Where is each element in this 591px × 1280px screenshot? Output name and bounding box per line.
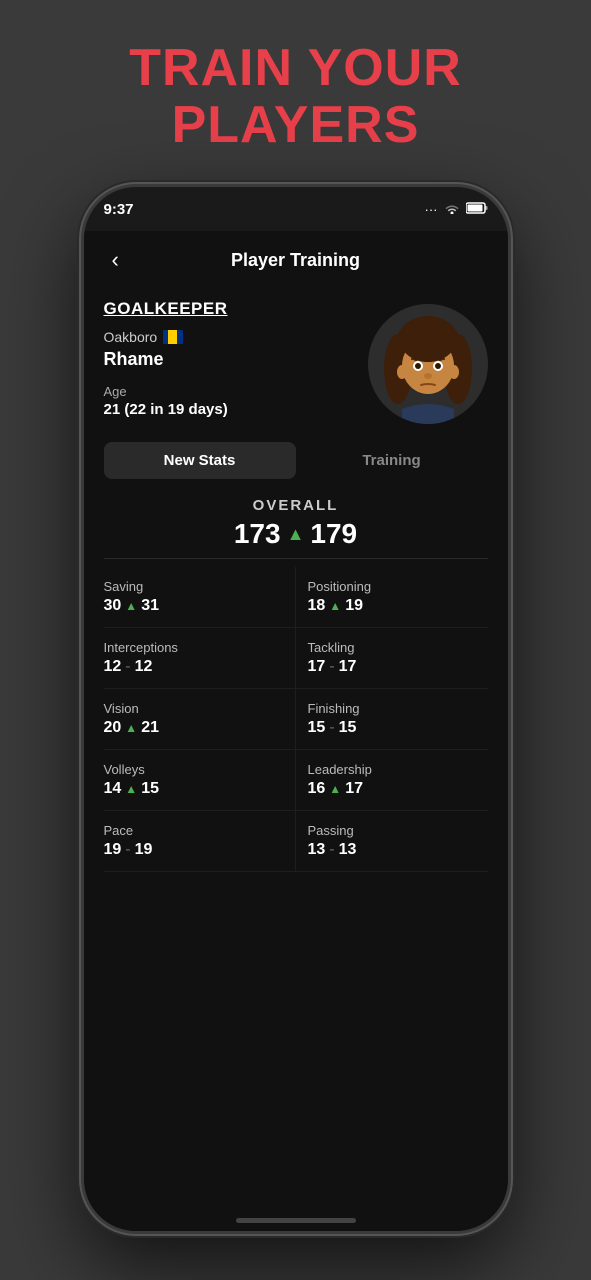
- stat-new-value: 19: [345, 597, 363, 615]
- stat-old-value: 20: [104, 719, 122, 737]
- stat-old-value: 19: [104, 841, 122, 859]
- player-avatar: [368, 304, 488, 424]
- stat-values: 12 - 12: [104, 658, 283, 676]
- stat-new-value: 15: [141, 780, 159, 798]
- stats-grid: Saving 30 ▲ 31 Positioning 18 ▲ 19 Intercept…: [84, 567, 508, 872]
- stat-name: Finishing: [308, 701, 488, 716]
- overall-old-value: 173: [234, 518, 281, 550]
- phone-shell: 9:37 ···: [81, 184, 511, 1234]
- stat-values: 30 ▲ 31: [104, 597, 283, 615]
- stat-old-value: 14: [104, 780, 122, 798]
- overall-values: 173 ▲ 179: [84, 518, 508, 550]
- stat-item: Positioning 18 ▲ 19: [296, 567, 488, 628]
- stat-item: Vision 20 ▲ 21: [104, 689, 296, 750]
- stat-new-value: 21: [141, 719, 159, 737]
- tab-new-stats[interactable]: New Stats: [104, 442, 296, 479]
- stat-new-value: 19: [135, 841, 153, 859]
- player-name: Rhame: [104, 349, 368, 370]
- age-label: Age: [104, 384, 368, 399]
- back-button[interactable]: ‹: [104, 243, 127, 277]
- stat-arrow-icon: ▲: [125, 721, 137, 735]
- overall-section: OVERALL 173 ▲ 179: [84, 497, 508, 550]
- nav-title: Player Training: [231, 250, 360, 271]
- player-club-row: Oakboro: [104, 329, 368, 345]
- stat-values: 18 ▲ 19: [308, 597, 488, 615]
- stat-separator: -: [125, 841, 130, 859]
- stat-new-value: 31: [141, 597, 159, 615]
- stat-arrow-icon: ▲: [125, 782, 137, 796]
- stat-name: Tackling: [308, 640, 488, 655]
- player-section: GOALKEEPER Oakboro: [84, 289, 508, 424]
- stat-values: 16 ▲ 17: [308, 780, 488, 798]
- stat-values: 17 - 17: [308, 658, 488, 676]
- stat-new-value: 17: [345, 780, 363, 798]
- stat-item: Leadership 16 ▲ 17: [296, 750, 488, 811]
- player-info: GOALKEEPER Oakboro: [104, 299, 368, 418]
- signal-icon: ···: [425, 202, 438, 217]
- stat-separator: -: [125, 658, 130, 676]
- stat-item: Pace 19 - 19: [104, 811, 296, 872]
- stat-name: Saving: [104, 579, 283, 594]
- stat-name: Interceptions: [104, 640, 283, 655]
- stat-old-value: 18: [308, 597, 326, 615]
- stat-item: Tackling 17 - 17: [296, 628, 488, 689]
- club-name: Oakboro: [104, 329, 158, 345]
- stat-values: 13 - 13: [308, 841, 488, 859]
- hero-section: TRAIN YOUR PLAYERS: [129, 40, 462, 154]
- stat-name: Volleys: [104, 762, 283, 777]
- stat-values: 20 ▲ 21: [104, 719, 283, 737]
- stat-arrow-icon: ▲: [125, 599, 137, 613]
- overall-new-value: 179: [310, 518, 357, 550]
- stat-new-value: 12: [135, 658, 153, 676]
- tabs-row: New Stats Training: [104, 442, 488, 479]
- stat-name: Leadership: [308, 762, 488, 777]
- wifi-icon: [444, 202, 460, 217]
- player-position: GOALKEEPER: [104, 299, 368, 319]
- battery-icon: [466, 202, 488, 217]
- stat-name: Passing: [308, 823, 488, 838]
- stat-old-value: 15: [308, 719, 326, 737]
- phone-wrapper: 9:37 ···: [81, 184, 511, 1234]
- stat-separator: -: [329, 658, 334, 676]
- stat-old-value: 12: [104, 658, 122, 676]
- stat-name: Positioning: [308, 579, 488, 594]
- stat-item: Passing 13 - 13: [296, 811, 488, 872]
- stat-name: Pace: [104, 823, 283, 838]
- phone-notch: [216, 187, 376, 219]
- hero-title-line2: PLAYERS: [129, 97, 462, 154]
- age-value: 21 (22 in 19 days): [104, 401, 368, 418]
- overall-label: OVERALL: [84, 497, 508, 514]
- stat-separator: -: [329, 841, 334, 859]
- tab-training[interactable]: Training: [296, 442, 488, 479]
- stat-values: 15 - 15: [308, 719, 488, 737]
- stat-values: 14 ▲ 15: [104, 780, 283, 798]
- status-icons: ···: [425, 202, 488, 217]
- stat-values: 19 - 19: [104, 841, 283, 859]
- stat-item: Volleys 14 ▲ 15: [104, 750, 296, 811]
- stat-old-value: 16: [308, 780, 326, 798]
- phone-screen: ‹ Player Training GOALKEEPER Oakboro: [84, 231, 508, 1231]
- stat-old-value: 17: [308, 658, 326, 676]
- flag-icon: [163, 330, 183, 344]
- stat-separator: -: [329, 719, 334, 737]
- stat-arrow-icon: ▲: [329, 782, 341, 796]
- stat-new-value: 15: [339, 719, 357, 737]
- overall-arrow-icon: ▲: [287, 524, 305, 545]
- hero-title-line1: TRAIN YOUR: [129, 40, 462, 97]
- stat-item: Finishing 15 - 15: [296, 689, 488, 750]
- stat-old-value: 30: [104, 597, 122, 615]
- home-indicator: [236, 1218, 356, 1223]
- stat-new-value: 17: [339, 658, 357, 676]
- stat-arrow-icon: ▲: [329, 599, 341, 613]
- overall-divider: [104, 558, 488, 559]
- stat-item: Saving 30 ▲ 31: [104, 567, 296, 628]
- status-time: 9:37: [104, 201, 134, 218]
- stat-name: Vision: [104, 701, 283, 716]
- stat-new-value: 13: [339, 841, 357, 859]
- power-button: [508, 387, 511, 457]
- nav-bar: ‹ Player Training: [84, 231, 508, 289]
- stat-old-value: 13: [308, 841, 326, 859]
- stat-item: Interceptions 12 - 12: [104, 628, 296, 689]
